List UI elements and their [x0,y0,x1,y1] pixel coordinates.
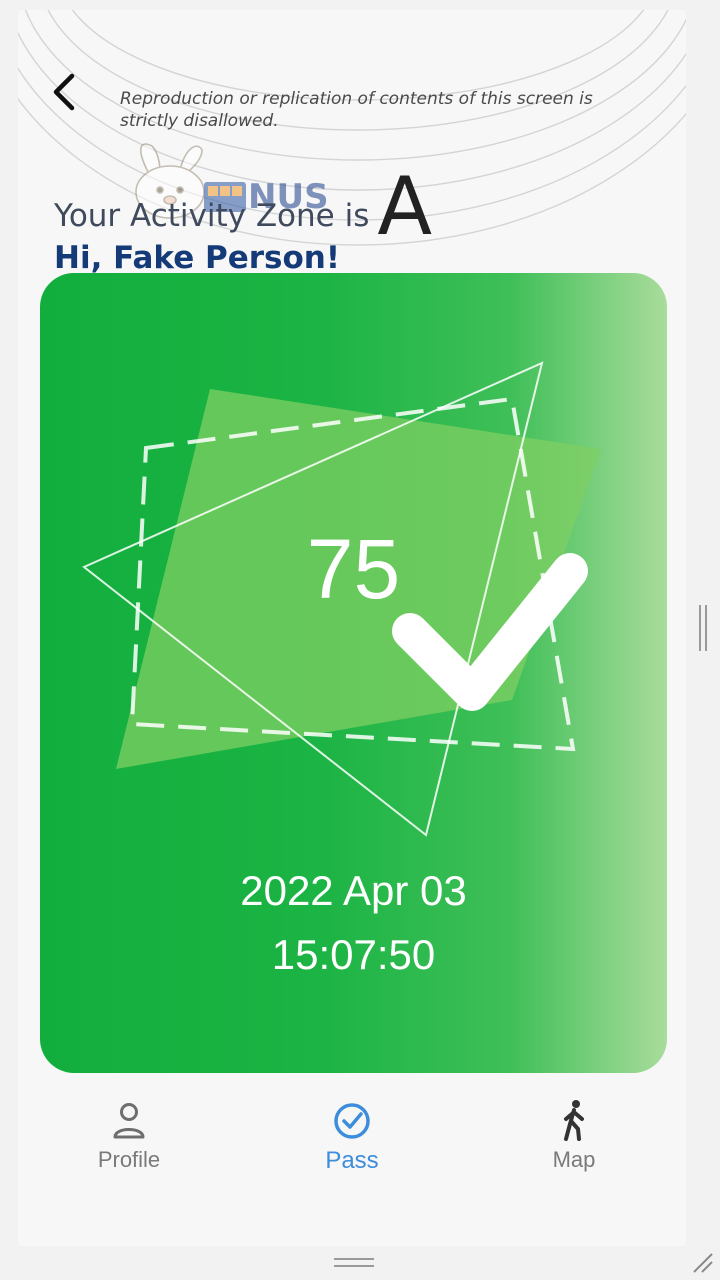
greeting: Hi, Fake Person! [54,240,341,276]
tab-pass-label: Pass [325,1147,379,1174]
tab-profile[interactable]: Profile [49,1095,209,1195]
resize-handle-right[interactable] [698,603,708,653]
pass-card: 75 2022 Apr 03 15:07:50 [40,273,667,1073]
resize-handle-bottom[interactable] [332,1256,376,1270]
person-icon [113,1103,145,1139]
tab-map[interactable]: Map [494,1095,654,1195]
walking-person-icon [564,1100,584,1141]
tab-pass[interactable]: Pass [272,1095,432,1195]
app-screen: Reproduction or replication of contents … [18,10,686,1246]
tab-map-label: Map [552,1147,596,1172]
chevron-left-icon [53,73,75,111]
pass-score: 75 [306,522,401,616]
activity-zone-letter: A [377,160,433,253]
bottom-tab-bar: Profile Pass Map [18,1095,686,1205]
copy-disclaimer: Reproduction or replication of contents … [120,89,593,131]
resize-grip-corner-icon[interactable] [690,1250,714,1274]
back-button[interactable] [48,70,88,114]
pass-time: 15:07:50 [271,931,436,978]
tab-profile-label: Profile [97,1147,161,1172]
pass-date: 2022 Apr 03 [240,867,467,914]
activity-zone-label: Your Activity Zone is [54,198,370,234]
check-circle-icon [334,1103,370,1139]
